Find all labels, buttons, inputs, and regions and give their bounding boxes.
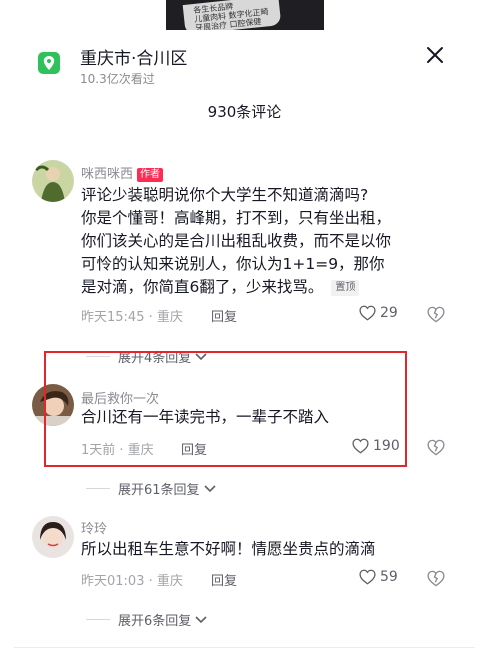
divider — [86, 356, 110, 357]
close-icon[interactable] — [424, 44, 446, 66]
heart-icon — [352, 438, 369, 454]
expand-label: 展开6条回复 — [118, 614, 192, 629]
expand-label: 展开61条回复 — [118, 483, 200, 498]
chevron-down-icon — [195, 615, 207, 623]
comment-line-last: 是对滴，你简直6翻了，少来找骂。 置顶 — [81, 276, 461, 299]
comment-username[interactable]: 最后救你一次 — [81, 388, 159, 407]
username-text: 咪西咪西 — [81, 167, 134, 182]
expand-label: 展开4条回复 — [118, 351, 192, 366]
comment-count: 930条评论 — [207, 103, 282, 121]
comment-meta: 昨天01:03 · 重庆 — [81, 574, 183, 589]
divider — [86, 619, 110, 620]
reply-button[interactable]: 回复 — [211, 306, 237, 325]
expand-replies-button[interactable]: 展开6条回复 — [86, 610, 208, 629]
heart-icon — [359, 569, 376, 585]
comment-line: 合川还有一年读完书，一辈子不踏入 — [81, 408, 330, 426]
dislike-icon[interactable] — [427, 439, 445, 457]
avatar[interactable] — [32, 160, 74, 202]
pinned-tag: 置顶 — [331, 280, 360, 296]
like-count: 190 — [373, 438, 400, 454]
divider — [86, 488, 110, 489]
reply-button[interactable]: 回复 — [181, 439, 207, 458]
comment-line: 评论少装聪明说你个大学生不知道滴滴吗? — [81, 186, 369, 204]
location-pin-icon[interactable] — [38, 52, 60, 74]
like-button[interactable]: 29 — [359, 305, 398, 321]
comment-text: 所以出租车生意不好啊！情愿坐贵点的滴滴 — [81, 538, 441, 561]
comment-meta: 昨天15:45 · 重庆 — [81, 310, 183, 325]
dislike-icon[interactable] — [427, 306, 445, 324]
comment-line: 可怜的认知来说别人，你认为1+1=9，那你 — [81, 255, 385, 273]
comment-sheet-screen: 各生长品牌 儿童肉料 数字化正畸 牙周治疗 口腔保健 重庆市·合川区 10.3亿… — [0, 0, 489, 652]
expand-replies-button[interactable]: 展开4条回复 — [86, 347, 208, 366]
comment-username[interactable]: 咪西咪西 作者 — [81, 163, 164, 182]
avatar[interactable] — [32, 516, 74, 558]
expand-replies-button[interactable]: 展开61条回复 — [86, 479, 217, 498]
chevron-down-icon — [195, 352, 207, 360]
location-name[interactable]: 重庆市·合川区 — [80, 44, 187, 69]
like-button[interactable]: 190 — [352, 438, 400, 454]
comment-line: 你们该关心的是合川出租乱收费，而不是以你 — [81, 232, 392, 250]
heart-icon — [359, 305, 376, 321]
comment-line: 你是个懂哥！高峰期，打不到，只有坐出租， — [81, 209, 392, 227]
like-button[interactable]: 59 — [359, 569, 398, 585]
like-count: 59 — [380, 569, 398, 585]
dislike-icon[interactable] — [427, 570, 445, 588]
author-badge: 作者 — [137, 168, 164, 182]
comment-text: 合川还有一年读完书，一辈子不踏入 — [81, 406, 401, 429]
avatar[interactable] — [32, 384, 74, 426]
comment-text: 评论少装聪明说你个大学生不知道滴滴吗? 你是个懂哥！高峰期，打不到，只有坐出租，… — [81, 184, 461, 299]
location-views: 10.3亿次看过 — [80, 72, 155, 86]
comment-username[interactable]: 玲玲 — [81, 518, 107, 537]
comment-line: 是对滴，你简直6翻了，少来找骂。 — [81, 278, 324, 296]
divider — [14, 647, 475, 648]
like-count: 29 — [380, 305, 398, 321]
chevron-down-icon — [203, 484, 216, 492]
comment-meta: 1天前 · 重庆 — [81, 443, 154, 458]
comment-line: 所以出租车生意不好啊！情愿坐贵点的滴滴 — [81, 540, 376, 558]
reply-button[interactable]: 回复 — [211, 570, 237, 589]
